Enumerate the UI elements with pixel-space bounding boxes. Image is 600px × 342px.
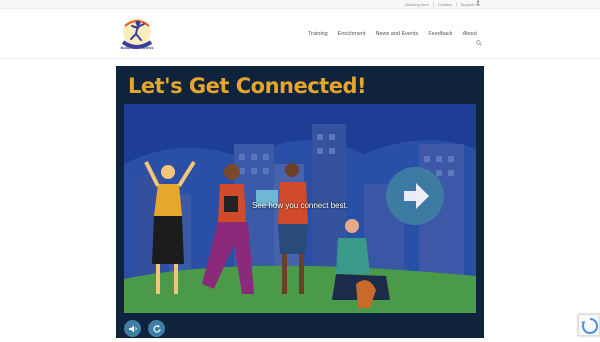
interactive-module: Let's Get Connected! See how you connect… xyxy=(116,66,484,338)
speaker-icon xyxy=(128,325,137,332)
replay-button[interactable] xyxy=(148,320,165,337)
nav-training[interactable]: Training xyxy=(308,31,328,37)
nav-enrichment[interactable]: Enrichment xyxy=(338,31,366,37)
top-bar: Booking form Contact Support us f xyxy=(0,0,600,9)
audio-button[interactable] xyxy=(124,320,141,337)
search-icon[interactable] xyxy=(476,40,482,48)
next-button[interactable] xyxy=(386,167,444,225)
arrow-right-icon xyxy=(404,183,429,209)
nav-news-and-events[interactable]: News and Events xyxy=(376,31,419,37)
replay-icon xyxy=(152,324,161,333)
recaptcha-icon xyxy=(581,317,599,334)
main-nav: Training Enrichment News and Events Feed… xyxy=(308,31,487,37)
recaptcha-badge[interactable] xyxy=(578,314,600,336)
booking-form-link[interactable]: Booking form xyxy=(401,2,433,7)
facebook-icon[interactable]: f xyxy=(477,1,479,7)
module-title: Let's Get Connected! xyxy=(128,74,367,98)
illustration-scene: See how you connect best. xyxy=(124,104,476,313)
contact-link[interactable]: Contact xyxy=(432,2,456,7)
nav-about[interactable]: About xyxy=(462,31,476,37)
top-links: Booking form Contact Support us xyxy=(401,2,484,7)
site-header: Nullarbor Fitness Training Enrichment Ne… xyxy=(0,9,600,59)
logo-text: Nullarbor Fitness xyxy=(121,45,155,50)
nav-feedback[interactable]: Feedback xyxy=(428,31,452,37)
support-us-link[interactable]: Support us xyxy=(455,2,484,7)
site-logo[interactable]: Nullarbor Fitness xyxy=(117,14,157,54)
